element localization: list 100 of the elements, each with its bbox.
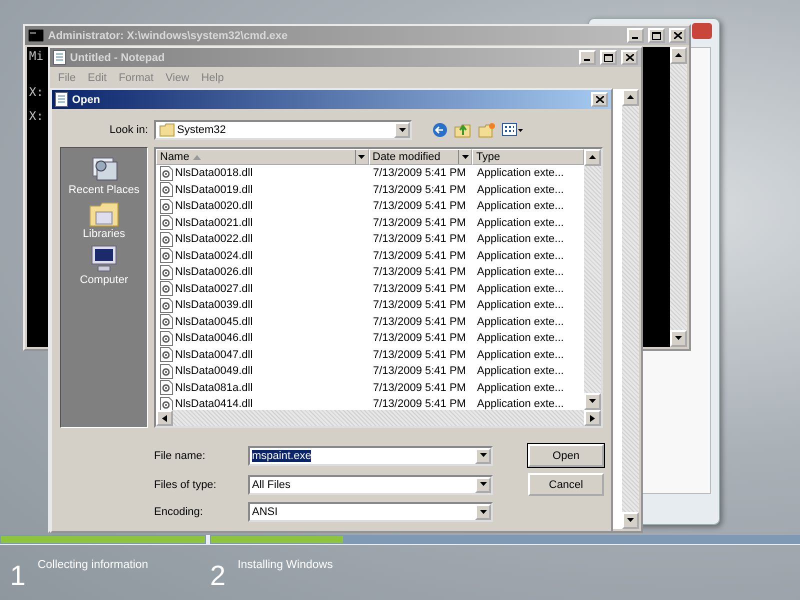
close-icon [596,96,604,103]
file-name-cell[interactable]: NlsData0047.dll [156,347,369,362]
down-arrow-icon [480,510,486,514]
console-icon [28,29,44,42]
place-item[interactable]: Libraries [82,200,126,240]
date-cell-text: 7/13/2009 5:41 PM [372,382,467,394]
type-cell-text: Application exte... [476,266,565,278]
date-cell-text: 7/13/2009 5:41 PM [372,233,467,246]
date-cell-text: 7/13/2009 5:41 PM [372,282,467,295]
down-arrow-icon [462,154,469,160]
file-name-cell[interactable]: NlsData0027.dll [156,281,369,296]
look-in-label: Look in: [108,124,148,136]
type-cell-text: Application exte... [476,382,565,394]
date-cell-text: 7/13/2009 5:41 PM [372,200,467,212]
gear-file-icon [160,232,173,247]
down-arrow-icon [398,128,406,132]
gear-file-icon [160,330,173,346]
file-name-cell[interactable]: NlsData0026.dll [156,264,369,280]
file-name-cell[interactable]: NlsData081a.dll [156,380,369,396]
gear-file-icon [160,264,173,280]
date-cell-text: 7/13/2009 5:41 PM [372,348,467,361]
type-cell-text: Application exte... [476,216,565,229]
type-cell-text: Application exte... [476,167,565,180]
date-cell-text: 7/13/2009 5:41 PM [372,316,467,328]
gear-file-icon [160,198,173,214]
gear-file-icon [160,281,173,296]
step-label: Collecting information [38,559,148,573]
file-name-cell[interactable]: NlsData0046.dll [156,330,369,346]
dropdown-field[interactable]: mspaint.exe [248,446,493,466]
file-name-cell[interactable]: NlsData0049.dll [156,364,369,379]
type-cell-text: Application exte... [476,365,565,378]
maximize-button[interactable] [648,28,665,43]
window-title: Untitled - Notepad [70,52,166,64]
date-cell-text: 7/13/2009 5:41 PM [372,398,467,410]
horizontal-scrollbar[interactable] [156,410,601,426]
close-button[interactable] [669,28,686,43]
folder-icon [88,200,120,228]
up-arrow-icon [589,155,596,160]
view-menu-icon[interactable] [502,123,524,137]
up-arrow-icon [675,53,682,58]
close-icon [674,32,682,39]
file-name-cell[interactable]: NlsData0024.dll [156,248,369,264]
type-cell-text: Application exte... [476,282,565,295]
up-arrow-icon [627,95,634,100]
gear-file-icon [160,347,173,362]
type-cell-text: Application exte... [476,316,565,328]
step-number: 1 [10,560,26,592]
console-text: Mi [29,50,44,62]
dialog-button[interactable]: Cancel [528,473,604,496]
file-name-cell[interactable]: NlsData0021.dll [156,215,369,230]
date-cell-text: 7/13/2009 5:41 PM [372,266,467,278]
file-name-cell[interactable]: NlsData0019.dll [156,182,369,198]
place-item[interactable]: Recent Places [68,154,140,196]
date-cell-text: 7/13/2009 5:41 PM [372,184,467,196]
gear-file-icon [160,182,173,198]
type-cell-text: Application exte... [476,233,565,246]
dropdown-field[interactable]: All Files [248,474,493,494]
dialog-button[interactable]: Open [528,444,604,467]
type-cell-text: Application exte... [476,184,565,196]
step-label: Installing Windows [238,559,333,573]
maximize-icon [652,32,661,40]
field-label: File name: [154,450,206,462]
type-cell-text: Application exte... [476,348,565,361]
down-arrow-icon [480,482,486,487]
place-item[interactable]: Computer [80,244,128,286]
file-name-cell[interactable]: NlsData0020.dll [156,198,369,214]
column-header[interactable]: Type [472,149,584,165]
column-header[interactable]: Name [156,149,368,165]
column-header[interactable]: Date modified [368,149,472,165]
look-in-dropdown[interactable]: System32 [154,120,412,140]
type-cell-text: Application exte... [476,332,565,344]
dialog-title: Open [72,94,102,106]
down-arrow-icon [358,154,365,160]
back-icon[interactable] [432,122,448,138]
minimize-button[interactable] [627,28,644,43]
up-folder-icon[interactable] [454,122,472,138]
close-button[interactable] [621,50,638,65]
date-cell-text: 7/13/2009 5:41 PM [372,332,467,344]
folder-icon [159,123,175,137]
file-name-cell[interactable]: NlsData0039.dll [156,298,369,313]
gear-file-icon [160,380,173,396]
gear-file-icon [160,298,173,313]
file-name-cell[interactable]: NlsData0018.dll [156,166,369,181]
file-name-cell[interactable]: NlsData0045.dll [156,314,369,330]
notepad-icon [53,50,66,65]
field-label: Files of type: [154,478,218,490]
type-cell-text: Application exte... [476,398,565,410]
date-cell-text: 7/13/2009 5:41 PM [372,250,467,262]
close-icon [626,54,634,61]
type-cell-text: Application exte... [476,299,565,312]
minimize-button[interactable] [579,50,596,65]
dropdown-field[interactable]: ANSI [248,502,493,522]
close-button[interactable] [591,92,608,107]
file-name-cell[interactable]: NlsData0022.dll [156,232,369,247]
field-label: Encoding: [154,506,204,518]
console-text: X: [29,86,44,98]
maximize-button[interactable] [600,50,617,65]
date-cell-text: 7/13/2009 5:41 PM [372,299,467,312]
date-cell-text: 7/13/2009 5:41 PM [372,167,467,180]
down-arrow-icon [480,453,486,458]
